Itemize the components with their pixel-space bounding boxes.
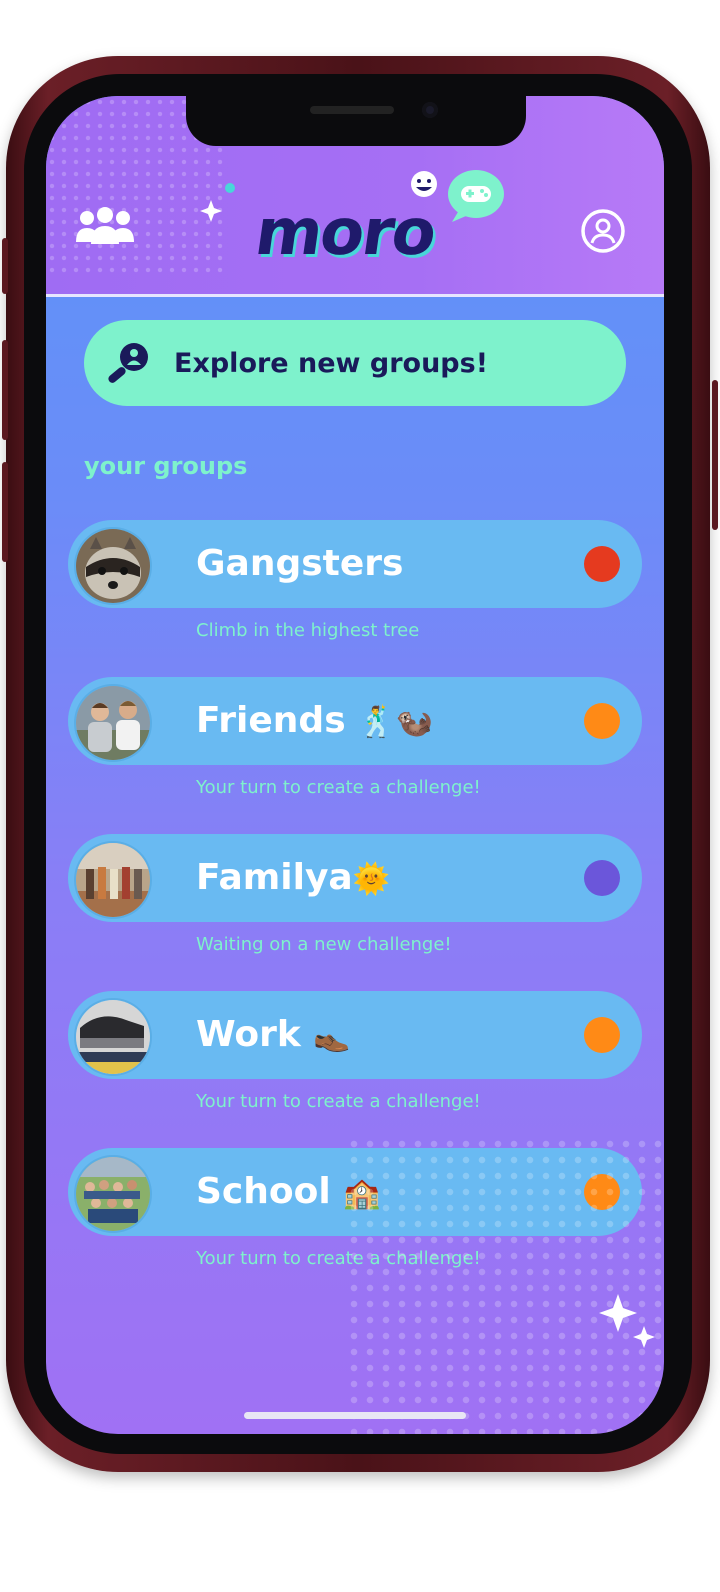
group-status: Your turn to create a challenge! bbox=[196, 1091, 481, 1112]
explore-groups-button[interactable]: Explore new groups! bbox=[84, 320, 626, 406]
group-row-work[interactable]: Work 👞 bbox=[68, 991, 642, 1079]
search-people-icon bbox=[108, 343, 148, 383]
group-avatar bbox=[74, 998, 152, 1076]
app-screen: moro Explore new groups! your groups Gan… bbox=[46, 96, 664, 1434]
group-status: Climb in the highest tree bbox=[196, 620, 420, 641]
group-name: Familya🌞 bbox=[196, 857, 391, 898]
group-status: Waiting on a new challenge! bbox=[196, 934, 452, 955]
group-avatar bbox=[74, 841, 152, 919]
phone-speaker bbox=[310, 106, 394, 114]
dot-pattern-decoration bbox=[346, 1136, 664, 1434]
explore-groups-label: Explore new groups! bbox=[174, 347, 489, 379]
phone-camera bbox=[422, 102, 438, 118]
group-name: Friends 🕺🦦 bbox=[196, 700, 433, 741]
phone-volume-up bbox=[2, 340, 8, 440]
group-row-gangsters[interactable]: Gangsters bbox=[68, 520, 642, 608]
group-avatar bbox=[74, 527, 152, 605]
group-row-friends[interactable]: Friends 🕺🦦 bbox=[68, 677, 642, 765]
home-indicator[interactable] bbox=[244, 1412, 466, 1419]
group-name: Gangsters bbox=[196, 543, 404, 584]
group-avatar bbox=[74, 684, 152, 762]
group-status: Your turn to create a challenge! bbox=[196, 777, 481, 798]
status-dot bbox=[584, 703, 620, 739]
group-avatar bbox=[74, 1155, 152, 1233]
sparkle-icon bbox=[598, 1292, 658, 1356]
app-logo: moro bbox=[250, 196, 440, 270]
status-dot bbox=[584, 860, 620, 896]
your-groups-heading: your groups bbox=[84, 452, 248, 480]
group-name: Work 👞 bbox=[196, 1014, 351, 1055]
groups-icon[interactable] bbox=[74, 206, 136, 250]
phone-power-button bbox=[712, 380, 718, 530]
phone-side-button bbox=[2, 238, 8, 294]
phone-notch bbox=[186, 96, 526, 146]
status-dot bbox=[584, 546, 620, 582]
phone-volume-down bbox=[2, 462, 8, 562]
status-dot bbox=[584, 1017, 620, 1053]
profile-icon[interactable] bbox=[580, 208, 626, 258]
group-row-familya[interactable]: Familya🌞 bbox=[68, 834, 642, 922]
